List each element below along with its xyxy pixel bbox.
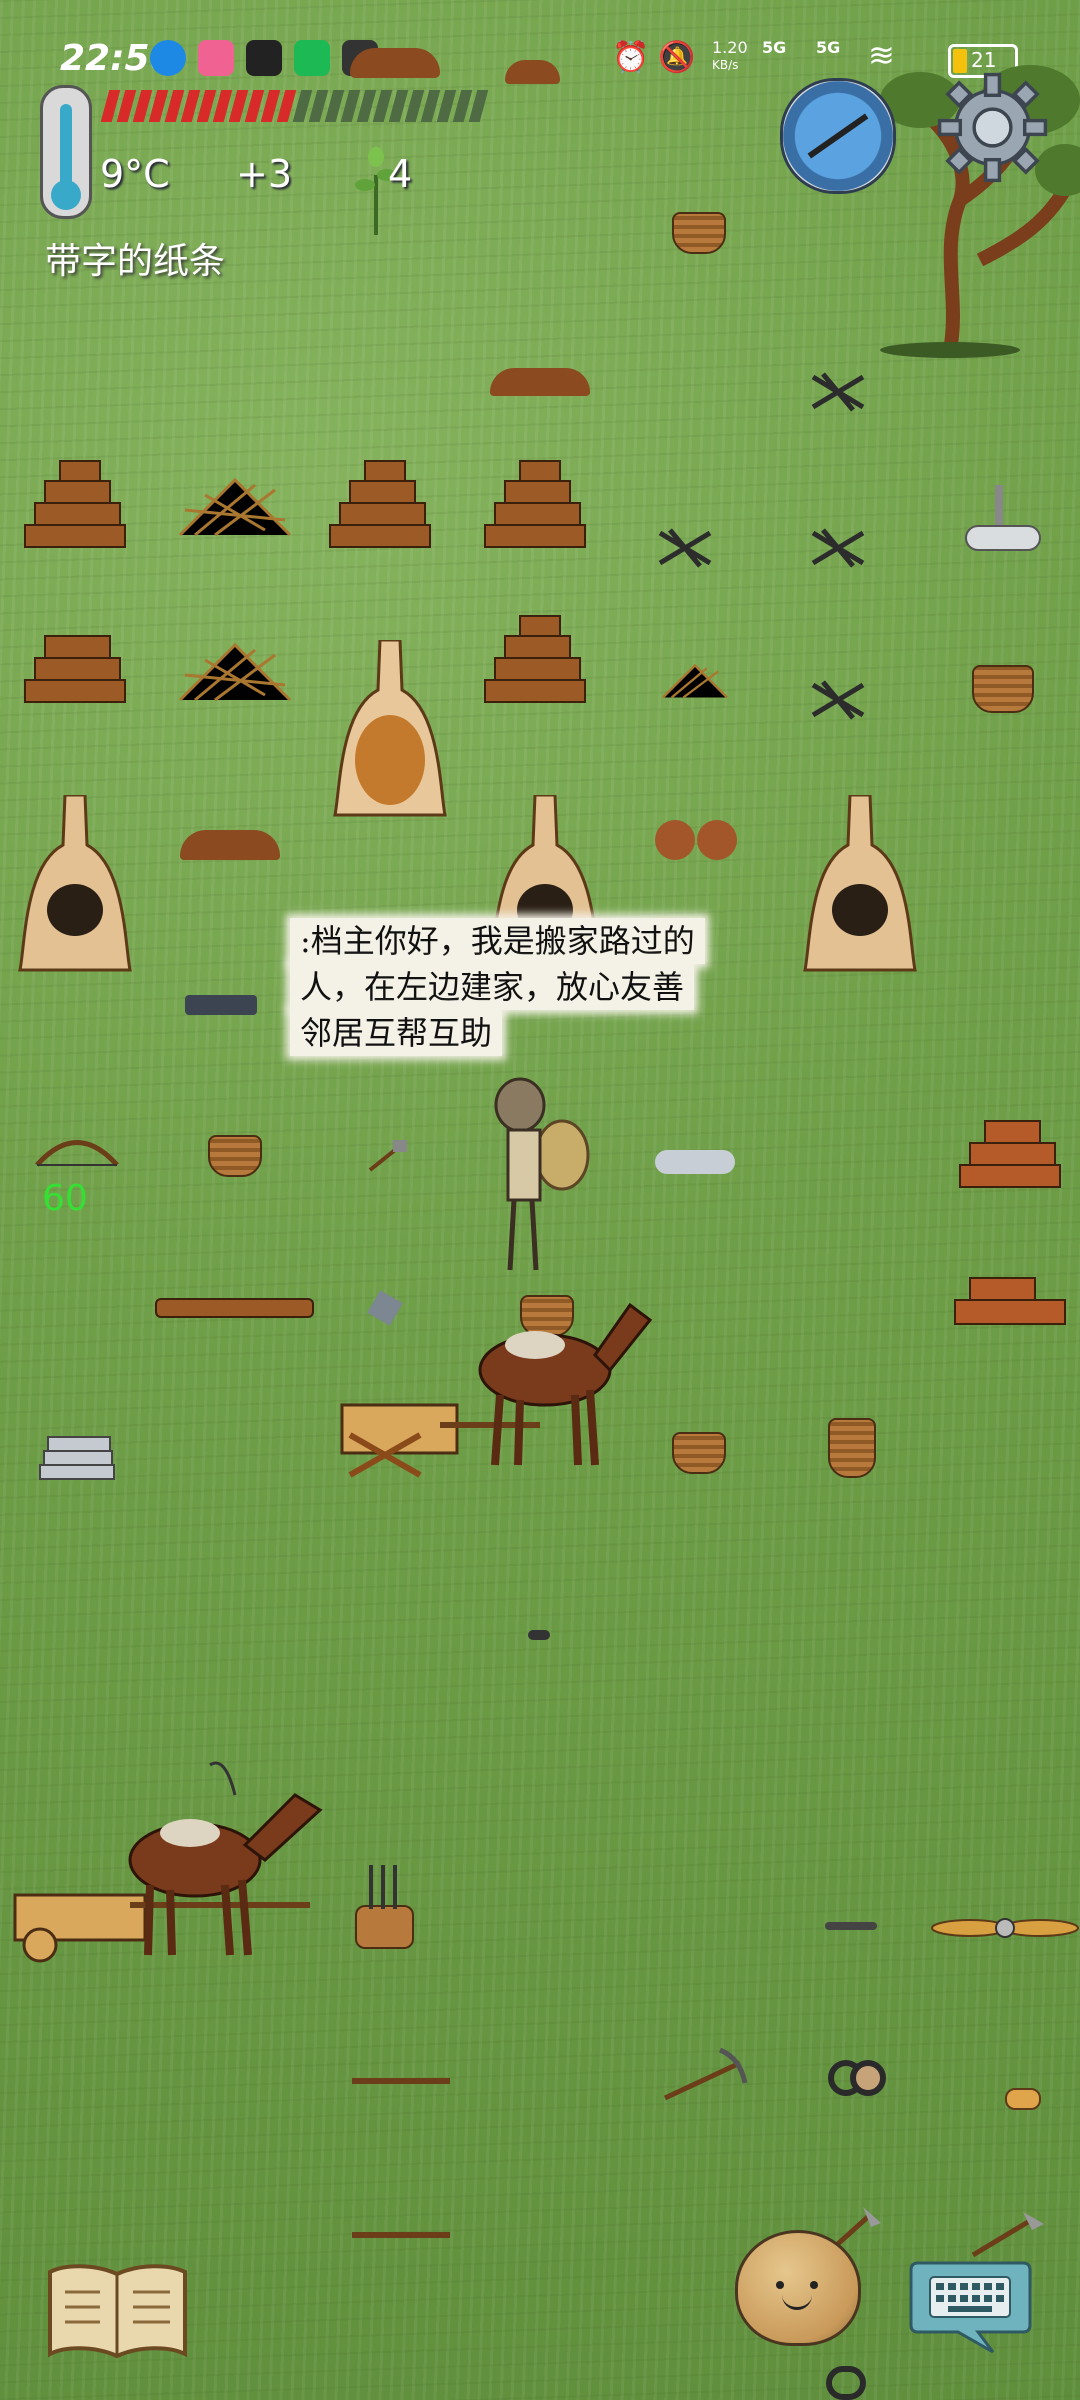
flint-stones[interactable] (185, 995, 257, 1015)
app-k-icon (150, 40, 186, 76)
compass-icon[interactable] (780, 78, 896, 194)
food-bonus-readout: +3 (236, 152, 293, 196)
straw-pile[interactable] (175, 470, 295, 540)
dirt-mound[interactable] (350, 48, 440, 78)
bowl[interactable] (208, 1135, 262, 1177)
kindling-sticks[interactable] (808, 372, 868, 412)
arrow-quiver[interactable] (355, 1865, 414, 1949)
adobe-oven[interactable] (800, 795, 920, 975)
arrow[interactable] (352, 2078, 450, 2084)
propeller[interactable] (930, 1910, 1080, 1946)
kindling-sticks[interactable] (808, 528, 868, 568)
kindling-pile[interactable] (660, 655, 730, 705)
horse-cart[interactable] (10, 1755, 330, 1965)
dirt-mound[interactable] (490, 368, 590, 396)
qq-icon (246, 40, 282, 76)
wheels[interactable] (828, 2060, 886, 2100)
recipe-book-icon[interactable] (45, 2262, 190, 2360)
bow-weapon[interactable] (32, 1130, 122, 1170)
clay-lumps[interactable] (655, 820, 740, 860)
music-icon (294, 40, 330, 76)
arrow[interactable] (352, 2232, 450, 2238)
firewood-pile[interactable] (320, 455, 440, 555)
thermometer-icon (40, 85, 92, 219)
basket[interactable] (672, 212, 726, 254)
signal-2-label: 5G (816, 38, 841, 57)
wooden-log[interactable] (155, 1298, 314, 1318)
wheel[interactable] (826, 2366, 866, 2400)
straw-pile[interactable] (175, 635, 295, 705)
hatchet[interactable] (365, 1138, 410, 1173)
firewood-pile[interactable] (475, 455, 595, 555)
slate-stack[interactable] (38, 1425, 118, 1483)
health-segment-empty (468, 90, 489, 122)
player-speech-bubble: :档主你好，我是搬家路过的 人，在左边建家，放心友善 邻居互帮互助 (290, 918, 770, 1056)
net-speed-unit: KB/s (712, 58, 739, 72)
stacked-bowls[interactable] (828, 1418, 876, 1478)
held-item-label: 带字的纸条 (45, 241, 226, 282)
kindling-sticks[interactable] (808, 680, 868, 720)
yum-counter: 4 (388, 152, 413, 196)
grinding-stone[interactable] (965, 485, 1041, 555)
small-bread[interactable] (1005, 2088, 1041, 2110)
brick-stack[interactable] (950, 1095, 1070, 1195)
bilibili-icon (198, 40, 234, 76)
dirt-mound[interactable] (180, 830, 280, 860)
keyboard-chat-icon[interactable] (908, 2255, 1033, 2355)
health-bar (100, 90, 505, 124)
firewood-pile[interactable] (15, 455, 135, 555)
basket-with-tools[interactable] (972, 665, 1034, 713)
firewood-pile[interactable] (15, 610, 135, 710)
adobe-kiln-fired[interactable] (330, 640, 450, 820)
stone-slab[interactable] (655, 1150, 735, 1174)
firewood-pile[interactable] (475, 610, 595, 710)
small-stone[interactable] (528, 1630, 550, 1640)
dirt-mound[interactable] (505, 60, 560, 84)
kindling-sticks[interactable] (655, 528, 715, 568)
speech-line-1: :档主你好，我是搬家路过的 (290, 918, 705, 964)
knife[interactable] (825, 1922, 877, 1930)
temperature-readout: 9°C (100, 152, 170, 196)
speech-line-2: 人，在左边建家，放心友善 (290, 964, 695, 1010)
adobe-oven[interactable] (15, 795, 135, 975)
net-speed: 1.20 (712, 38, 748, 57)
mute-icon: 🔕 (658, 40, 696, 75)
item-counter: 60 (42, 1178, 88, 1219)
pickaxe[interactable] (660, 2048, 748, 2103)
speech-line-3: 邻居互帮互助 (290, 1010, 503, 1056)
emote-potato-icon[interactable] (735, 2230, 861, 2346)
player-character[interactable] (480, 1075, 590, 1280)
alarm-icon: ⏰ (612, 40, 650, 75)
horse-cart[interactable] (340, 1285, 660, 1485)
settings-gear-icon[interactable] (935, 70, 1050, 185)
brick-stack[interactable] (950, 1270, 1070, 1330)
signal-1-label: 5G (762, 38, 787, 57)
bowl[interactable] (672, 1432, 726, 1474)
axe[interactable] (968, 2210, 1048, 2260)
